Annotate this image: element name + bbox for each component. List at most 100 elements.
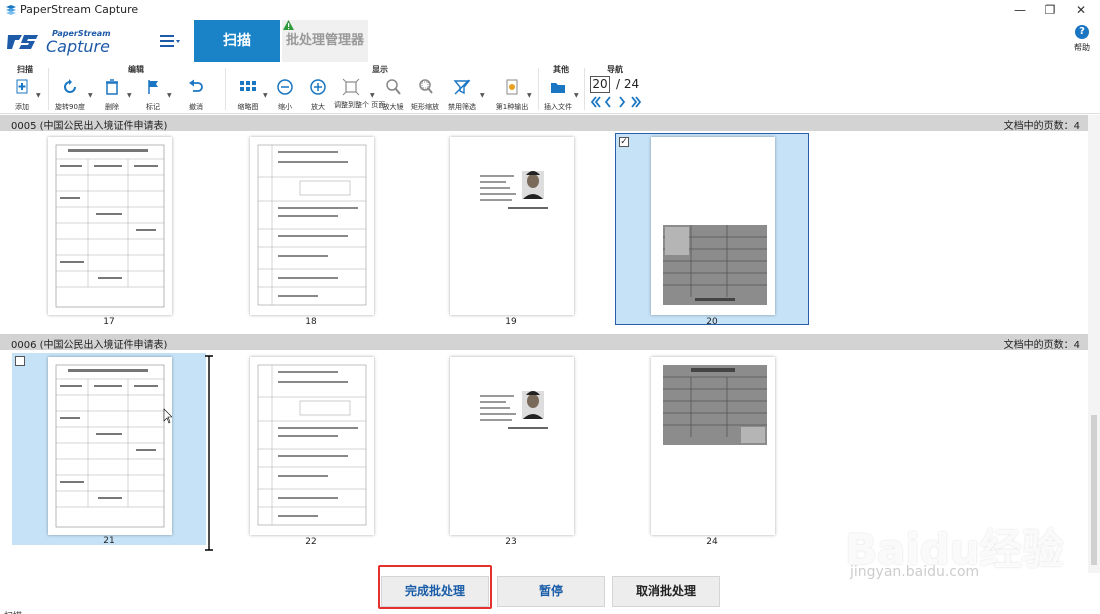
photo-page-image <box>450 357 574 535</box>
nav-arrows[interactable] <box>590 95 642 109</box>
warning-icon <box>283 20 294 30</box>
document-name: 0005 (中国公民出入境证件申请表) <box>11 121 168 132</box>
title-bar: PaperStream Capture — ❐ ✕ <box>0 0 1100 20</box>
delete-button[interactable]: 删除 <box>100 76 124 112</box>
highlight-box <box>378 565 492 609</box>
page-thumbnail-selected[interactable]: 21 <box>12 353 206 546</box>
trash-icon <box>106 79 118 95</box>
minimize-button[interactable]: — <box>1005 0 1035 20</box>
form-scan-icon <box>257 364 367 526</box>
document-header: 0006 (中国公民出入境证件申请表) 文档中的页数：4 <box>0 334 1088 351</box>
tab-scan[interactable]: 扫描 <box>194 20 280 62</box>
zoom-out-button[interactable]: 缩小 <box>273 76 297 112</box>
thumbnail-button[interactable]: 缩略图 <box>234 76 262 112</box>
fit-page-button[interactable]: 调整到整个 页面 <box>334 76 385 112</box>
add-button[interactable]: 添加 <box>10 76 34 112</box>
document-page-count: 文档中的页数：4 <box>1003 340 1080 351</box>
page-grid: 0005 (中国公民出入境证件申请表) 文档中的页数：4 17 18 19 ✓ … <box>0 115 1088 573</box>
page-thumbnail[interactable]: 18 <box>214 133 408 327</box>
photo-page-image <box>450 137 574 315</box>
page-number-label: 20 <box>706 317 718 327</box>
page-number-input[interactable]: 20 <box>590 76 610 93</box>
form-page-image <box>48 137 172 315</box>
page-number-label: 23 <box>505 537 517 547</box>
close-button[interactable]: ✕ <box>1066 0 1096 20</box>
menu-icon[interactable] <box>158 32 182 50</box>
header: PaperStream Capture 扫描 批处理管理器 ? 帮助 <box>0 20 1100 62</box>
logo: PaperStream Capture <box>6 28 126 58</box>
single-output-button[interactable]: 第1种输出 <box>494 76 530 112</box>
page-thumbnail[interactable]: 19 <box>414 133 608 327</box>
fit-dropdown-icon[interactable]: ▼ <box>370 92 375 99</box>
magnifier-icon <box>386 79 401 95</box>
output-icon <box>506 79 518 95</box>
group-title-edit: 编辑 <box>128 65 144 74</box>
page-number-label: 18 <box>305 317 317 327</box>
paperstream-capture-window: PaperStream Capture — ❐ ✕ PaperStream Ca… <box>0 0 1100 614</box>
page-number-label: 24 <box>706 537 718 547</box>
logo-text-big: Capture <box>46 37 110 56</box>
thumbnail-dropdown-icon[interactable]: ▼ <box>263 92 268 99</box>
filter-dropdown-icon[interactable]: ▼ <box>480 92 485 99</box>
add-dropdown-icon[interactable]: ▼ <box>36 92 41 99</box>
document-page-count: 文档中的页数：4 <box>1003 121 1080 132</box>
magnifier-button[interactable]: 放大镜 <box>380 76 406 112</box>
zoom-out-icon <box>277 79 293 95</box>
id-card-page-image <box>651 137 775 315</box>
separator <box>538 68 539 110</box>
page-thumbnail[interactable]: 22 <box>214 353 408 547</box>
app-icon <box>6 5 16 15</box>
form-page-image <box>250 357 374 535</box>
disable-filter-button[interactable]: 禁用筛选 <box>448 76 476 112</box>
add-page-icon <box>16 79 28 94</box>
restore-button[interactable]: ❐ <box>1035 0 1065 20</box>
folder-icon <box>551 83 565 93</box>
page-number-label: 22 <box>305 537 317 547</box>
group-title-nav: 导航 <box>607 65 623 74</box>
group-title-view: 显示 <box>372 65 388 74</box>
insertion-marker-icon <box>205 355 213 551</box>
grid-icon <box>240 81 256 91</box>
page-thumbnail[interactable]: 24 <box>615 353 809 547</box>
group-title-scan: 扫描 <box>17 65 33 74</box>
portrait-icon <box>480 391 548 429</box>
id-card-scan-icon <box>663 365 767 445</box>
rotate-icon <box>64 79 76 93</box>
mark-button[interactable]: 标记 <box>141 76 165 112</box>
insert-dropdown-icon[interactable]: ▼ <box>574 92 579 99</box>
undo-icon <box>189 79 203 92</box>
rect-zoom-button[interactable]: 矩形缩放 <box>411 76 439 112</box>
page-number-label: 21 <box>103 536 115 546</box>
rotate-dropdown-icon[interactable]: ▼ <box>88 92 93 99</box>
form-page-image <box>250 137 374 315</box>
page-checkbox[interactable] <box>15 356 25 366</box>
page-thumbnail[interactable]: 23 <box>414 353 608 547</box>
document-name: 0006 (中国公民出入境证件申请表) <box>11 340 168 351</box>
help-label: 帮助 <box>1074 43 1090 52</box>
mark-dropdown-icon[interactable]: ▼ <box>167 92 172 99</box>
page-thumbnail-selected[interactable]: ✓ 20 <box>615 133 809 327</box>
form-page-image <box>48 357 173 535</box>
flag-icon <box>148 80 158 94</box>
id-card-scan-icon <box>663 225 767 305</box>
separator <box>48 68 49 110</box>
id-card-page-image <box>651 357 775 535</box>
insert-file-button[interactable]: 插入文件 <box>544 76 572 112</box>
zoom-in-button[interactable]: 放大 <box>306 76 330 112</box>
help-button[interactable]: ? 帮助 <box>1068 25 1096 61</box>
page-thumbnail[interactable]: 17 <box>12 133 206 327</box>
delete-dropdown-icon[interactable]: ▼ <box>127 92 132 99</box>
scrollbar-thumb[interactable] <box>1091 415 1097 565</box>
form-scan-icon <box>55 144 165 308</box>
separator <box>225 68 226 110</box>
output-dropdown-icon[interactable]: ▼ <box>527 92 532 99</box>
undo-button[interactable]: 撤消 <box>184 76 208 112</box>
fit-page-icon <box>342 78 360 96</box>
pause-button[interactable]: 暂停 <box>497 576 605 607</box>
vertical-scrollbar[interactable] <box>1088 115 1100 573</box>
rotate-button[interactable]: 旋转90度 <box>55 76 85 112</box>
watermark-url: jingyan.baidu.com <box>850 564 980 580</box>
cancel-batch-button[interactable]: 取消批处理 <box>612 576 720 607</box>
page-checkbox[interactable]: ✓ <box>619 137 629 147</box>
tab-batch-manager[interactable]: 批处理管理器 <box>282 20 368 62</box>
